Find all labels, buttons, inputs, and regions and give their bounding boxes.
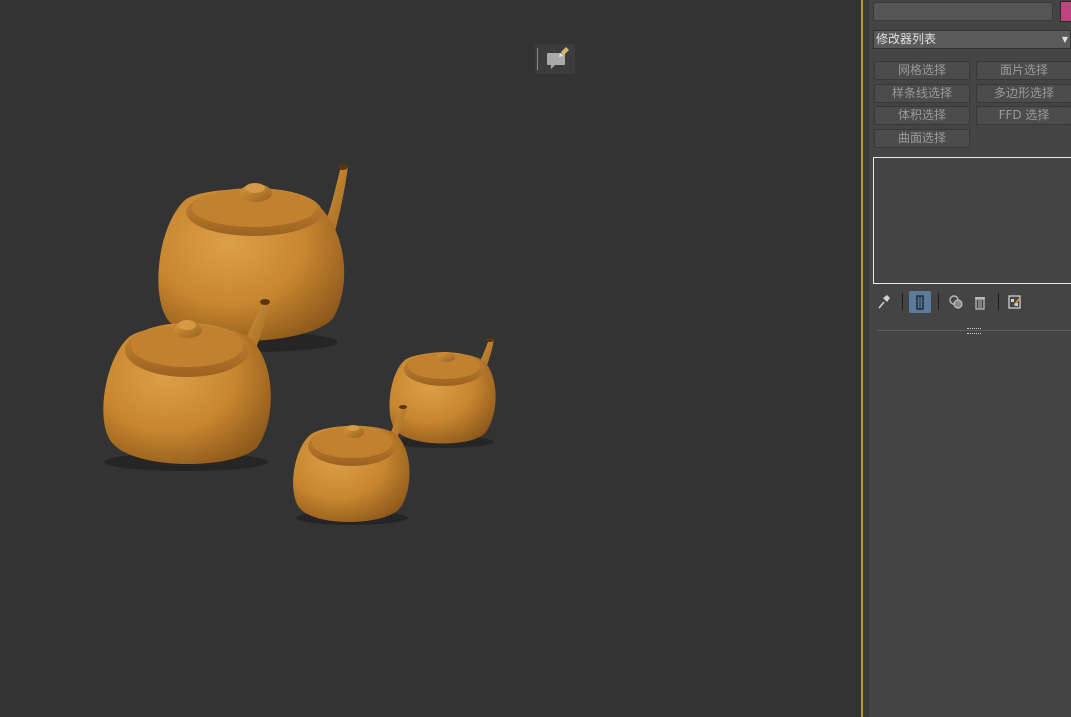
rollout-grip-handle[interactable] (967, 328, 981, 334)
show-end-result-icon[interactable] (909, 291, 931, 313)
poly-select-button[interactable]: 多边形选择 (976, 84, 1071, 103)
spline-select-button[interactable]: 样条线选择 (874, 84, 970, 103)
modifier-stack-list[interactable] (873, 157, 1071, 284)
ffd-select-button[interactable]: FFD 选择 (976, 106, 1071, 125)
dropdown-arrow-icon: ▼ (1061, 35, 1068, 44)
vol-select-button[interactable]: 体积选择 (874, 106, 970, 125)
mesh-select-button[interactable]: 网格选择 (874, 61, 970, 80)
modify-command-panel: 修改器列表 ▼ 网格选择 面片选择 样条线选择 多边形选择 体积选择 FFD 选… (869, 0, 1071, 717)
modifier-list-label: 修改器列表 (876, 32, 937, 46)
modifier-list-dropdown[interactable]: 修改器列表 ▼ (873, 30, 1071, 49)
perspective-viewport[interactable] (0, 0, 861, 717)
make-unique-icon[interactable] (947, 291, 965, 313)
patch-select-button[interactable]: 面片选择 (976, 61, 1071, 80)
teapot-group (103, 164, 496, 525)
configure-modifier-sets-icon[interactable] (1006, 291, 1024, 313)
pin-stack-icon[interactable] (875, 291, 893, 313)
remove-modifier-icon[interactable] (972, 291, 988, 313)
object-color-swatch[interactable] (1060, 1, 1071, 22)
teapot-small-right[interactable] (389, 338, 496, 448)
surface-select-button[interactable]: 曲面选择 (874, 129, 970, 148)
object-name-field[interactable] (873, 2, 1053, 21)
